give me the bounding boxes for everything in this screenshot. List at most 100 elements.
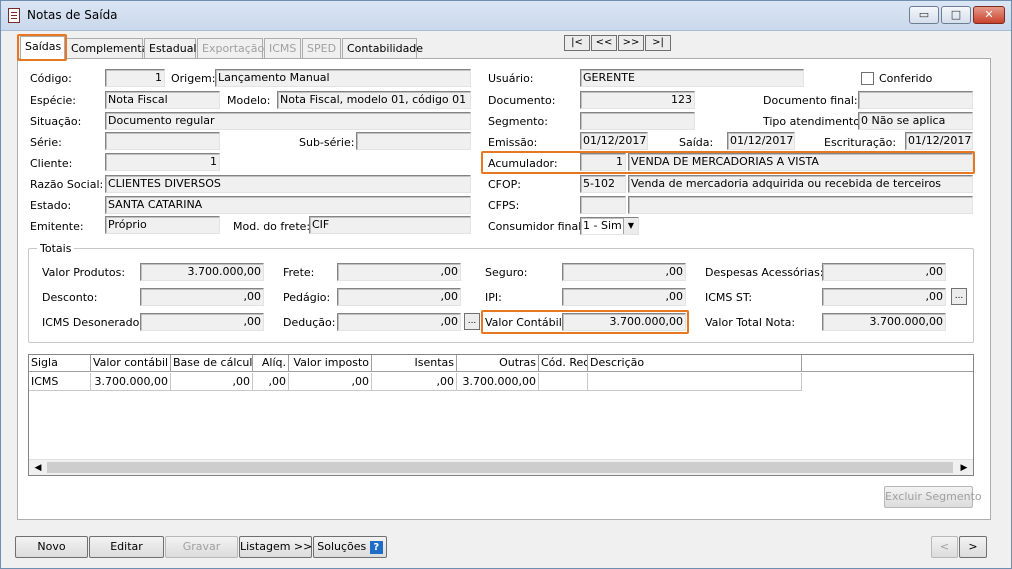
icms-st-field[interactable]: ,00 xyxy=(822,288,946,306)
grid-cell-valor-contabil[interactable]: 3.700.000,00 xyxy=(91,373,171,391)
tab-exportacao: Exportação xyxy=(197,38,264,58)
conferido-label: Conferido xyxy=(879,72,933,85)
grid-cell-valor-imposto[interactable]: ,00 xyxy=(289,373,372,391)
col-header-valor-contabil[interactable]: Valor contábil xyxy=(91,355,171,372)
modelo-field[interactable]: Nota Fiscal, modelo 01, código 01 xyxy=(277,91,471,109)
col-header-valor-imposto[interactable]: Valor imposto xyxy=(289,355,372,372)
novo-button[interactable]: Novo xyxy=(15,536,88,558)
solucoes-button[interactable]: Soluções ? xyxy=(313,536,387,558)
valor-produtos-label: Valor Produtos: xyxy=(42,266,126,279)
subserie-label: Sub-série: xyxy=(299,136,355,149)
listagem-button[interactable]: Listagem >> xyxy=(239,536,312,558)
segment-grid[interactable]: Sigla Valor contábil Base de cálculo Alí… xyxy=(28,354,974,476)
valor-produtos-field[interactable]: 3.700.000,00 xyxy=(140,263,264,281)
tipo-atendimento-field[interactable]: 0 Não se aplica xyxy=(858,112,973,130)
subserie-field[interactable] xyxy=(356,132,471,150)
chevron-down-icon: ▼ xyxy=(623,218,638,234)
cfps-desc-field[interactable] xyxy=(628,196,973,214)
tab-sped: SPED xyxy=(302,38,341,58)
conferido-checkbox[interactable] xyxy=(861,72,874,85)
col-header-aliq[interactable]: Alíq. xyxy=(253,355,289,372)
cliente-field[interactable]: 1 xyxy=(105,153,220,171)
frete-label: Frete: xyxy=(283,266,315,279)
frete-mod-field[interactable]: CIF xyxy=(309,216,471,234)
origem-field[interactable]: Lançamento Manual xyxy=(215,69,471,87)
prev-button: < xyxy=(931,536,958,558)
totais-title: Totais xyxy=(37,242,75,255)
document-icon xyxy=(8,8,20,23)
solucoes-label: Soluções xyxy=(317,540,367,553)
segmento-field[interactable] xyxy=(580,112,695,130)
icms-st-ellipsis-button[interactable]: ... xyxy=(951,288,967,305)
grid-cell-base-calculo[interactable]: ,00 xyxy=(171,373,253,391)
documento-label: Documento: xyxy=(488,94,556,107)
pedagio-field[interactable]: ,00 xyxy=(337,288,461,306)
estado-field[interactable]: SANTA CATARINA xyxy=(105,196,471,214)
despesas-field[interactable]: ,00 xyxy=(822,263,946,281)
grid-cell-aliq[interactable]: ,00 xyxy=(253,373,289,391)
editar-button[interactable]: Editar xyxy=(89,536,164,558)
seguro-field[interactable]: ,00 xyxy=(562,263,686,281)
grid-cell-sigla[interactable]: ICMS xyxy=(29,373,91,391)
scroll-left-icon[interactable]: ◀ xyxy=(31,461,45,475)
grid-cell-isentas[interactable]: ,00 xyxy=(372,373,457,391)
maximize-button[interactable]: □ xyxy=(941,6,971,24)
documento-final-field[interactable] xyxy=(858,91,973,109)
frete-field[interactable]: ,00 xyxy=(337,263,461,281)
horizontal-scrollbar[interactable]: ◀ ▶ xyxy=(29,459,973,475)
col-header-isentas[interactable]: Isentas xyxy=(372,355,457,372)
cfop-desc-field[interactable]: Venda de mercadoria adquirida ou recebid… xyxy=(628,175,973,193)
next-record-button[interactable]: >> xyxy=(618,35,644,51)
icms-desonerado-field[interactable]: ,00 xyxy=(140,313,264,331)
saida-field[interactable]: 01/12/2017 xyxy=(727,132,795,150)
situacao-label: Situação: xyxy=(30,115,82,128)
window-title: Notas de Saída xyxy=(27,8,118,22)
grid-cell-outras[interactable]: 3.700.000,00 xyxy=(457,373,539,391)
col-header-sigla[interactable]: Sigla xyxy=(29,355,91,372)
razao-label: Razão Social: xyxy=(30,178,104,191)
situacao-field[interactable]: Documento regular xyxy=(105,112,471,130)
grid-cell-cod-rec[interactable] xyxy=(539,373,588,391)
icms-desonerado-label: ICMS Desonerado: xyxy=(42,316,144,329)
emissao-label: Emissão: xyxy=(488,136,538,149)
razao-field[interactable]: CLIENTES DIVERSOS xyxy=(105,175,471,193)
col-header-descricao[interactable]: Descrição xyxy=(588,355,802,372)
ipi-label: IPI: xyxy=(485,291,502,304)
emissao-field[interactable]: 01/12/2017 xyxy=(580,132,648,150)
serie-label: Série: xyxy=(30,136,62,149)
grid-cell-descricao[interactable] xyxy=(588,373,802,391)
scroll-thumb[interactable] xyxy=(47,462,953,473)
emitente-field[interactable]: Próprio xyxy=(105,216,220,234)
cfps-code-field[interactable] xyxy=(580,196,626,214)
acumulador-highlight xyxy=(481,151,975,174)
tab-estadual[interactable]: Estadual xyxy=(144,38,197,58)
next-button[interactable]: > xyxy=(959,536,987,558)
escrituracao-field[interactable]: 01/12/2017 xyxy=(905,132,973,150)
close-button[interactable]: ✕ xyxy=(973,6,1005,24)
consumidor-final-select[interactable]: 1 - Sim ▼ xyxy=(580,217,639,235)
deducao-field[interactable]: ,00 xyxy=(337,313,461,331)
documento-field[interactable]: 123 xyxy=(580,91,695,109)
desconto-field[interactable]: ,00 xyxy=(140,288,264,306)
valor-total-field[interactable]: 3.700.000,00 xyxy=(822,313,946,331)
cfop-code-field[interactable]: 5-102 xyxy=(580,175,626,193)
col-header-base-calculo[interactable]: Base de cálculo xyxy=(171,355,253,372)
first-record-button[interactable]: |< xyxy=(564,35,590,51)
serie-field[interactable] xyxy=(105,132,220,150)
col-header-cod-rec[interactable]: Cód. Rec. xyxy=(539,355,588,372)
tab-complementar[interactable]: Complementar xyxy=(66,38,153,58)
usuario-field[interactable]: GERENTE xyxy=(580,69,804,87)
last-record-button[interactable]: >| xyxy=(645,35,671,51)
ipi-field[interactable]: ,00 xyxy=(562,288,686,306)
segmento-label: Segmento: xyxy=(488,115,548,128)
origem-label: Origem: xyxy=(171,72,216,85)
especie-field[interactable]: Nota Fiscal xyxy=(105,91,220,109)
deducao-ellipsis-button[interactable]: ... xyxy=(464,313,480,330)
tab-contabilidade[interactable]: Contabilidade xyxy=(342,38,423,58)
codigo-field[interactable]: 1 xyxy=(105,69,165,87)
minimize-button[interactable]: ▭ xyxy=(909,6,939,24)
col-header-outras[interactable]: Outras xyxy=(457,355,539,372)
col-header-filler xyxy=(802,355,973,372)
scroll-right-icon[interactable]: ▶ xyxy=(957,461,971,475)
prev-record-button[interactable]: << xyxy=(591,35,617,51)
